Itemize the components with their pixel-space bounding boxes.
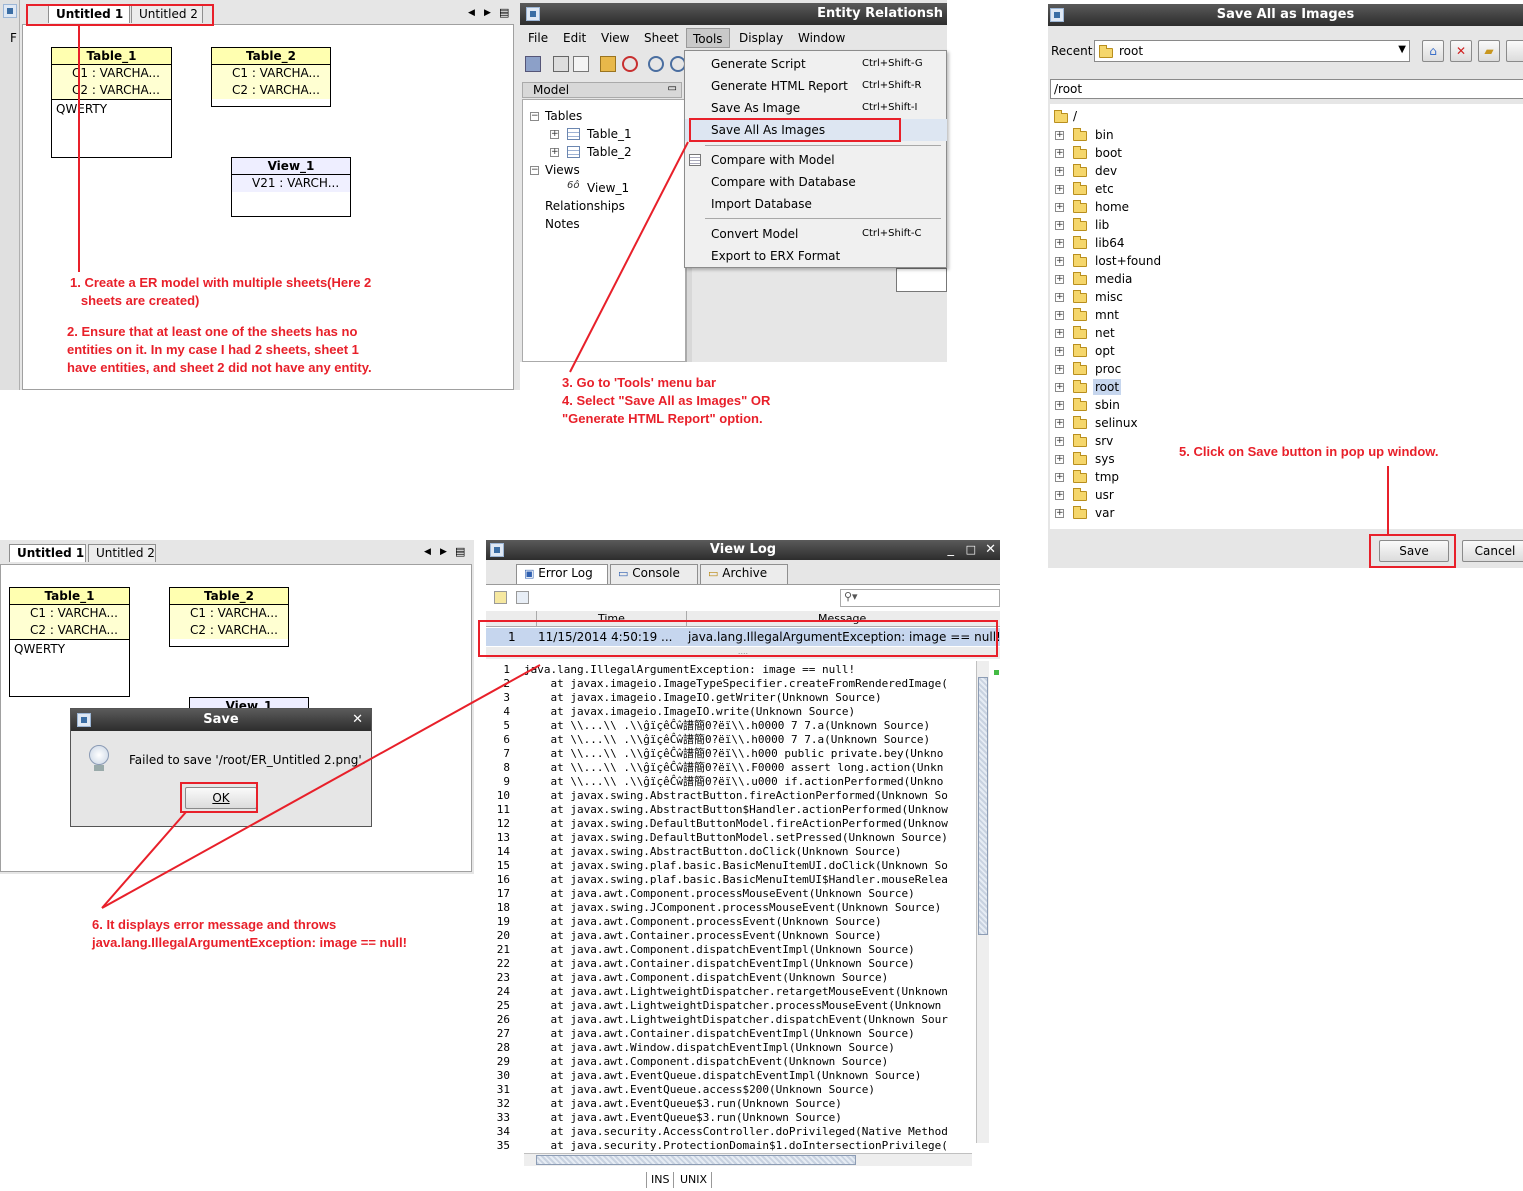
annotation-step1: 1. Create a ER model with multiple sheet…	[70, 275, 372, 308]
line-step6-log	[101, 664, 541, 909]
annotation-step6: 6. It displays error message and throws …	[92, 917, 407, 950]
annotation-lines	[78, 26, 1389, 909]
line-step6-ok	[101, 811, 187, 909]
annotation-step2: 2. Ensure that at least one of the sheet…	[67, 324, 372, 375]
line-step34	[569, 141, 689, 373]
annotation-step34: 3. Go to 'Tools' menu bar 4. Select "Sav…	[562, 375, 771, 426]
annotation-step5: 5. Click on Save button in pop up window…	[1179, 444, 1439, 459]
